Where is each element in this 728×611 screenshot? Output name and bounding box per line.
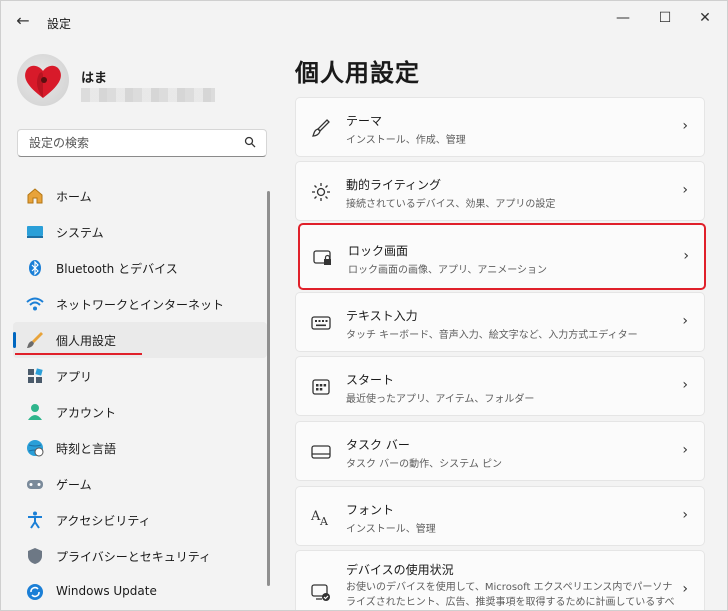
card-description: インストール、管理 <box>346 524 436 535</box>
card-dynamic-lighting[interactable]: 動的ライティング 接続されているデバイス、効果、アプリの設定 › <box>295 161 705 221</box>
user-name: はま <box>81 71 108 86</box>
sidebar-item-label: アカウント <box>56 406 117 420</box>
sidebar-item-label: ホーム <box>56 190 92 204</box>
title-bar: ← 設定 — ☐ ✕ <box>1 1 727 45</box>
heart-avatar-icon <box>25 65 61 98</box>
card-fonts[interactable]: AA フォント インストール、管理 › <box>295 486 705 546</box>
brush-icon <box>27 332 43 348</box>
card-description: タスク バーの動作、システム ピン <box>346 459 503 470</box>
sidebar-item-label: Windows Update <box>56 584 157 598</box>
back-arrow-icon[interactable]: ← <box>13 11 33 31</box>
avatar[interactable] <box>17 54 69 106</box>
card-title: スタート <box>346 373 395 387</box>
card-text-input[interactable]: テキスト入力 タッチ キーボード、音声入力、絵文字など、入力方式エディター › <box>295 292 705 352</box>
sidebar-item-accounts[interactable]: アカウント <box>13 394 267 430</box>
card-taskbar[interactable]: タスク バー タスク バーの動作、システム ピン › <box>295 421 705 481</box>
accessibility-icon <box>28 511 42 529</box>
sidebar-nav: ホーム システム Bluetooth とデバイス ネットワークとインターネット … <box>13 178 267 610</box>
minimize-button[interactable]: — <box>603 7 643 29</box>
card-description: 最近使ったアプリ、アイテム、フォルダー <box>346 394 535 405</box>
card-description: インストール、作成、管理 <box>346 135 466 146</box>
sidebar-item-label: プライバシーとセキュリティ <box>56 550 212 564</box>
sidebar-item-label: 個人用設定 <box>56 334 117 348</box>
chevron-right-icon: › <box>682 118 688 134</box>
sidebar-item-privacy[interactable]: プライバシーとセキュリティ <box>13 538 267 574</box>
page-title: 個人用設定 <box>295 59 420 87</box>
sidebar-item-label: ゲーム <box>56 478 92 492</box>
card-start[interactable]: スタート 最近使ったアプリ、アイテム、フォルダー › <box>295 356 705 416</box>
card-description: ロック画面の画像、アプリ、アニメーション <box>348 265 547 276</box>
system-icon <box>27 226 43 238</box>
sidebar-item-time-language[interactable]: 時刻と言語 <box>13 430 267 466</box>
close-button[interactable]: ✕ <box>685 7 725 29</box>
home-icon <box>27 188 43 204</box>
sidebar-item-gaming[interactable]: ゲーム <box>13 466 267 502</box>
shield-icon <box>28 548 42 564</box>
chevron-right-icon: › <box>682 313 688 329</box>
sidebar-item-label: システム <box>56 226 104 240</box>
update-icon <box>27 584 43 600</box>
card-title: フォント <box>346 503 395 517</box>
gamepad-icon <box>27 480 43 489</box>
card-title: テキスト入力 <box>346 309 418 323</box>
card-themes[interactable]: テーマ インストール、作成、管理 › <box>295 97 705 157</box>
account-icon <box>28 404 42 420</box>
card-description: タッチ キーボード、音声入力、絵文字など、入力方式エディター <box>346 330 638 341</box>
font-icon: AA <box>310 509 329 528</box>
card-title: デバイスの使用状況 <box>346 563 454 577</box>
apps-icon <box>28 368 43 383</box>
sidebar-item-label: 時刻と言語 <box>56 442 117 456</box>
chevron-right-icon: › <box>683 248 689 264</box>
taskbar-icon <box>311 445 331 459</box>
card-device-usage[interactable]: デバイスの使用状況 お使いのデバイスを使用して、Microsoft エクスペリエ… <box>295 550 705 610</box>
card-description: 接続されているデバイス、効果、アプリの設定 <box>346 199 556 210</box>
card-title: ロック画面 <box>348 244 409 258</box>
sidebar-item-label: アプリ <box>56 370 93 384</box>
card-description: お使いのデバイスを使用して、Microsoft エクスペリエンス内でパーソナライ… <box>346 582 675 608</box>
sidebar-item-accessibility[interactable]: アクセシビリティ <box>13 502 267 538</box>
lighting-icon <box>312 183 330 201</box>
maximize-button[interactable]: ☐ <box>645 7 685 29</box>
sidebar-item-network[interactable]: ネットワークとインターネット <box>13 286 267 322</box>
bluetooth-icon <box>29 260 41 276</box>
chevron-right-icon: › <box>682 507 688 523</box>
chevron-right-icon: › <box>682 581 688 597</box>
globe-clock-icon <box>27 440 44 457</box>
search-box[interactable] <box>17 129 267 157</box>
chevron-right-icon: › <box>682 182 688 198</box>
card-title: 動的ライティング <box>346 178 442 192</box>
keyboard-icon <box>311 316 331 330</box>
chevron-right-icon: › <box>682 377 688 393</box>
sidebar-item-bluetooth[interactable]: Bluetooth とデバイス <box>13 250 267 286</box>
card-title: テーマ <box>346 114 383 128</box>
search-icon <box>244 136 256 151</box>
sidebar-item-system[interactable]: システム <box>13 214 267 250</box>
active-indicator <box>13 332 16 348</box>
svg-text:A: A <box>319 515 329 528</box>
sidebar-item-label: ネットワークとインターネット <box>56 298 225 312</box>
start-icon <box>312 379 330 395</box>
sidebar-scrollbar[interactable] <box>267 191 270 586</box>
user-email-redacted <box>81 88 215 102</box>
device-usage-icon <box>311 584 330 601</box>
brush-icon <box>311 119 330 137</box>
card-lock-screen[interactable]: ロック画面 ロック画面の画像、アプリ、アニメーション › <box>298 223 706 290</box>
sidebar-item-label: Bluetooth とデバイス <box>56 262 178 276</box>
sidebar-item-label: アクセシビリティ <box>56 514 151 528</box>
search-input[interactable] <box>27 135 231 151</box>
chevron-right-icon: › <box>682 442 688 458</box>
highlight-underline <box>15 353 142 355</box>
sidebar-item-apps[interactable]: アプリ <box>13 358 267 394</box>
app-title: 設定 <box>47 17 72 31</box>
lock-screen-icon <box>313 250 331 265</box>
card-title: タスク バー <box>346 438 410 452</box>
sidebar-item-home[interactable]: ホーム <box>13 178 267 214</box>
sidebar-item-windows-update[interactable]: Windows Update <box>13 574 267 610</box>
settings-window: ← 設定 — ☐ ✕ はま ホーム システム Bluetooth <box>0 0 728 611</box>
wifi-icon <box>26 297 44 311</box>
